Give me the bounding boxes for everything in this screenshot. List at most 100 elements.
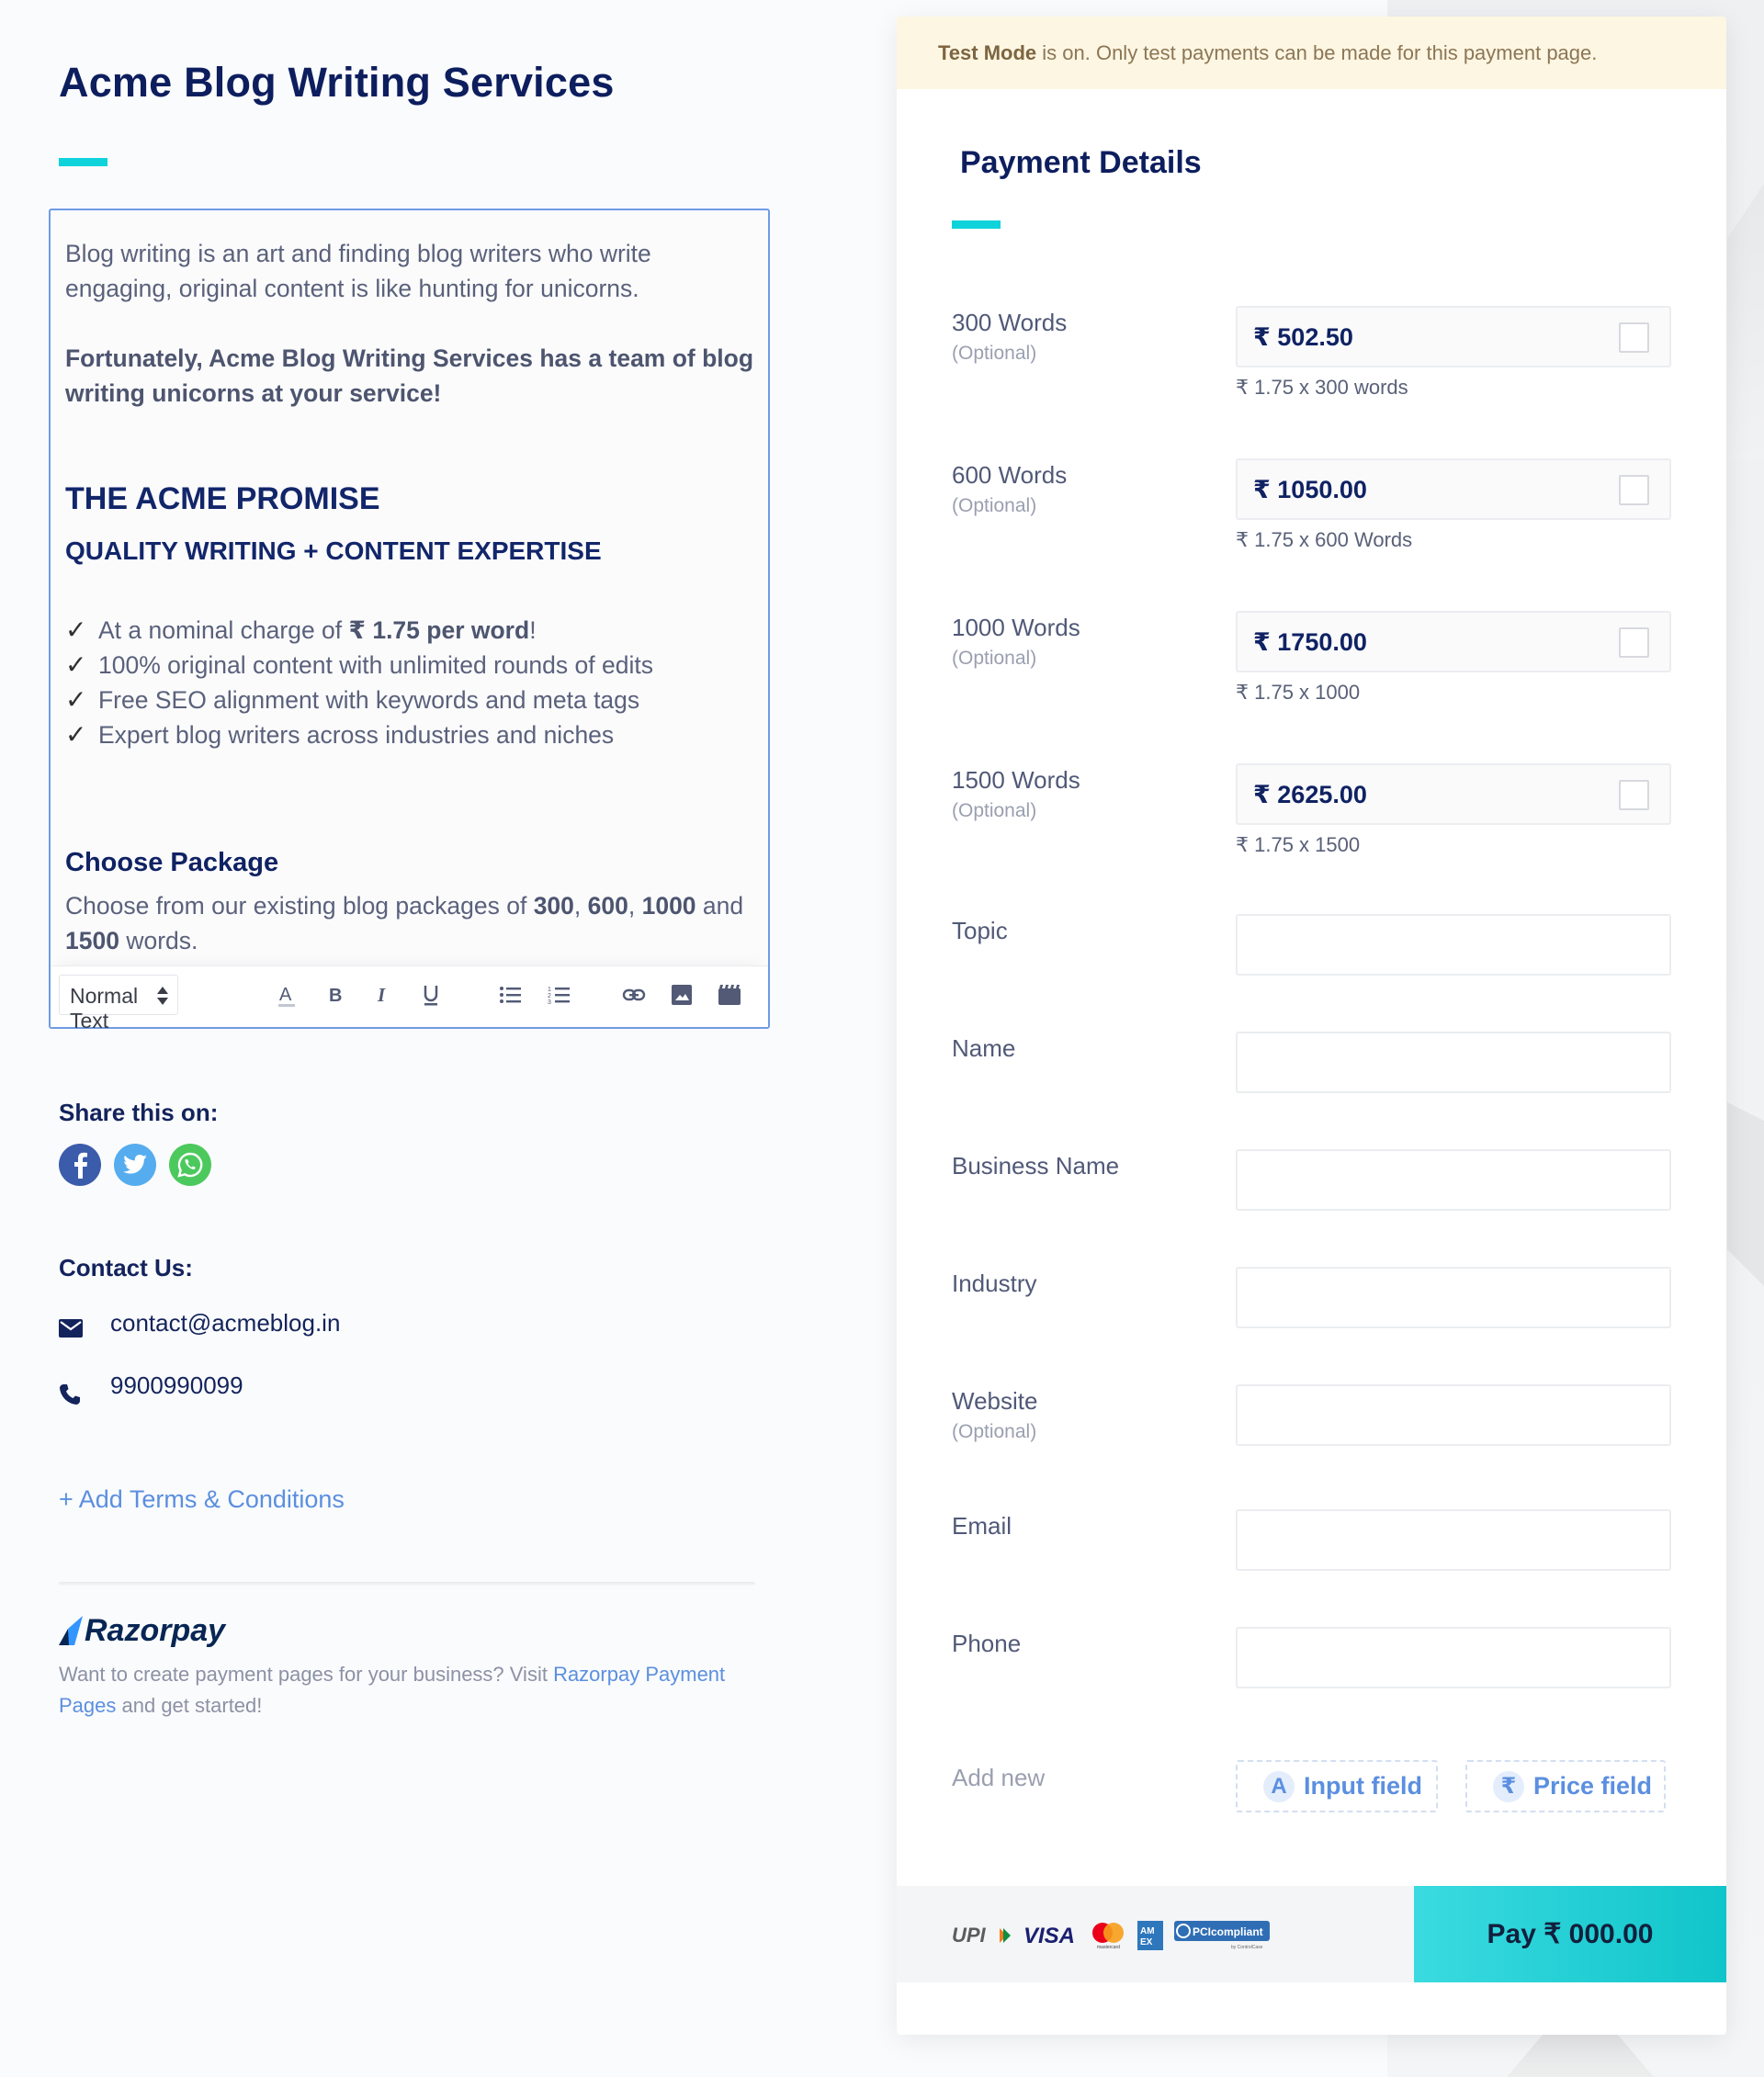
price-field-label: 1500 Words (Optional) bbox=[952, 766, 1080, 821]
svg-text:UPI: UPI bbox=[952, 1925, 987, 1947]
pay-button[interactable]: Pay ₹ 000.00 bbox=[1414, 1886, 1726, 1982]
check-icon: ✓ bbox=[65, 685, 87, 714]
contact-label: Contact Us: bbox=[59, 1254, 193, 1281]
visa-logo-icon: VISA bbox=[1023, 1925, 1075, 1947]
numbered-list-button[interactable]: 123 bbox=[547, 981, 572, 1009]
whatsapp-icon bbox=[177, 1152, 203, 1178]
razorpay-logo[interactable]: Razorpay bbox=[59, 1613, 225, 1649]
price-note: ₹ 1.75 x 600 Words bbox=[1236, 528, 1413, 551]
add-input-field-button[interactable]: A Input field bbox=[1236, 1760, 1438, 1812]
price-checkbox[interactable] bbox=[1619, 322, 1649, 353]
check-icon: ✓ bbox=[65, 650, 87, 679]
contact-email: contact@acmeblog.in bbox=[59, 1308, 340, 1338]
page-title: Acme Blog Writing Services bbox=[59, 59, 615, 106]
package-heading: Choose Package bbox=[65, 848, 279, 877]
test-mode-banner: Test Mode is on. Only test payments can … bbox=[897, 17, 1726, 89]
twitter-icon bbox=[123, 1155, 147, 1174]
checklist-item: ✓ Expert blog writers across industries … bbox=[65, 717, 755, 752]
text-style-select[interactable]: Normal Text bbox=[59, 975, 178, 1033]
price-field-label: 300 Words (Optional) bbox=[952, 309, 1068, 364]
name-input[interactable] bbox=[1236, 1032, 1671, 1093]
description-editor[interactable]: Blog writing is an art and finding blog … bbox=[49, 209, 770, 1033]
facebook-share-button[interactable] bbox=[59, 1144, 101, 1186]
email-label: Email bbox=[952, 1512, 1012, 1540]
website-label: Website (Optional) bbox=[952, 1387, 1038, 1442]
add-terms-link[interactable]: + Add Terms & Conditions bbox=[59, 1485, 345, 1514]
divider bbox=[59, 1582, 755, 1586]
price-field-300-words[interactable]: ₹ 502.50 bbox=[1236, 306, 1671, 367]
email-icon bbox=[59, 1319, 83, 1338]
price-field-label: 600 Words (Optional) bbox=[952, 461, 1068, 516]
contact-email-text[interactable]: contact@acmeblog.in bbox=[110, 1309, 340, 1338]
website-input[interactable] bbox=[1236, 1384, 1671, 1446]
svg-text:EX: EX bbox=[1140, 1937, 1153, 1947]
price-field-label: 1000 Words (Optional) bbox=[952, 614, 1080, 669]
upi-logo-icon: UPI bbox=[952, 1925, 1011, 1947]
check-icon: ✓ bbox=[65, 615, 87, 644]
svg-text:2: 2 bbox=[548, 993, 551, 999]
contact-phone: 9900990099 bbox=[59, 1365, 243, 1405]
link-button[interactable] bbox=[621, 981, 647, 1009]
svg-text:1: 1 bbox=[548, 987, 551, 993]
price-checkbox[interactable] bbox=[1619, 475, 1649, 505]
italic-icon: I bbox=[377, 984, 386, 1006]
link-icon bbox=[622, 988, 646, 1001]
text-color-icon: A bbox=[278, 985, 295, 1007]
price-note: ₹ 1.75 x 1000 bbox=[1236, 681, 1361, 704]
rupee-icon: ₹ bbox=[1493, 1770, 1524, 1802]
industry-label: Industry bbox=[952, 1270, 1037, 1297]
numbered-list-icon: 123 bbox=[548, 987, 570, 1005]
promise-subheading: QUALITY WRITING + CONTENT EXPERTISE bbox=[65, 536, 602, 565]
business-name-input[interactable] bbox=[1236, 1149, 1671, 1211]
svg-text:VISA: VISA bbox=[1023, 1925, 1075, 1947]
phone-input[interactable] bbox=[1236, 1627, 1671, 1688]
business-name-label: Business Name bbox=[952, 1152, 1120, 1180]
underline-button[interactable] bbox=[418, 981, 444, 1009]
add-price-field-button[interactable]: ₹ Price field bbox=[1465, 1760, 1666, 1812]
intro-paragraph: Blog writing is an art and finding blog … bbox=[65, 240, 651, 302]
checklist-item: ✓ 100% original content with unlimited r… bbox=[65, 648, 755, 683]
industry-input[interactable] bbox=[1236, 1267, 1671, 1328]
svg-text:by ControlCase: by ControlCase bbox=[1231, 1945, 1263, 1950]
payment-method-logos: UPI VISA mastercard AM EX PCIcompliant by … bbox=[952, 1921, 1270, 1950]
underline-icon bbox=[424, 986, 438, 1006]
svg-text:3: 3 bbox=[548, 999, 551, 1005]
text-color-button[interactable]: A bbox=[274, 981, 300, 1009]
phone-label: Phone bbox=[952, 1630, 1022, 1657]
twitter-share-button[interactable] bbox=[114, 1144, 156, 1186]
checklist-item: ✓ Free SEO alignment with keywords and m… bbox=[65, 683, 755, 717]
video-button[interactable] bbox=[717, 981, 742, 1009]
bulleted-list-button[interactable] bbox=[498, 981, 524, 1009]
price-note: ₹ 1.75 x 1500 bbox=[1236, 833, 1361, 856]
checklist-item: ✓ At a nominal charge of ₹ 1.75 per word… bbox=[65, 613, 755, 648]
price-field-1500-words[interactable]: ₹ 2625.00 bbox=[1236, 763, 1671, 825]
svg-text:PCIcompliant: PCIcompliant bbox=[1193, 1925, 1263, 1938]
payment-title-accent-bar bbox=[952, 220, 1001, 229]
svg-text:mastercard: mastercard bbox=[1097, 1945, 1120, 1950]
price-checkbox[interactable] bbox=[1619, 780, 1649, 810]
select-arrows-icon bbox=[157, 987, 168, 1005]
image-button[interactable] bbox=[669, 981, 695, 1009]
topic-input[interactable] bbox=[1236, 914, 1671, 976]
price-field-600-words[interactable]: ₹ 1050.00 bbox=[1236, 458, 1671, 520]
price-checkbox[interactable] bbox=[1619, 627, 1649, 658]
whatsapp-share-button[interactable] bbox=[169, 1144, 211, 1186]
image-icon bbox=[672, 985, 692, 1005]
highlight-paragraph: Fortunately, Acme Blog Writing Services … bbox=[65, 344, 754, 407]
pci-compliant-logo-icon: PCIcompliant by ControlCase bbox=[1174, 1921, 1270, 1950]
package-paragraph: Choose from our existing blog packages o… bbox=[65, 892, 744, 954]
price-field-1000-words[interactable]: ₹ 1750.00 bbox=[1236, 611, 1671, 672]
input-field-icon: A bbox=[1263, 1770, 1295, 1802]
amex-logo-icon: AMEX bbox=[1137, 1921, 1163, 1950]
editor-content[interactable]: Blog writing is an art and finding blog … bbox=[65, 236, 755, 958]
bold-button[interactable]: B bbox=[322, 981, 348, 1009]
facebook-icon bbox=[74, 1152, 87, 1179]
contact-phone-text[interactable]: 9900990099 bbox=[110, 1371, 243, 1400]
pay-bar: UPI VISA mastercard AM EX PCIcompliant by … bbox=[897, 1886, 1726, 1982]
email-input[interactable] bbox=[1236, 1509, 1671, 1571]
promise-heading: THE ACME PROMISE bbox=[65, 481, 380, 516]
italic-button[interactable]: I bbox=[370, 981, 396, 1009]
editor-toolbar: Normal Text A B I 123 bbox=[51, 965, 768, 1033]
razorpay-logo-icon bbox=[59, 1615, 83, 1645]
video-icon bbox=[718, 985, 741, 1005]
